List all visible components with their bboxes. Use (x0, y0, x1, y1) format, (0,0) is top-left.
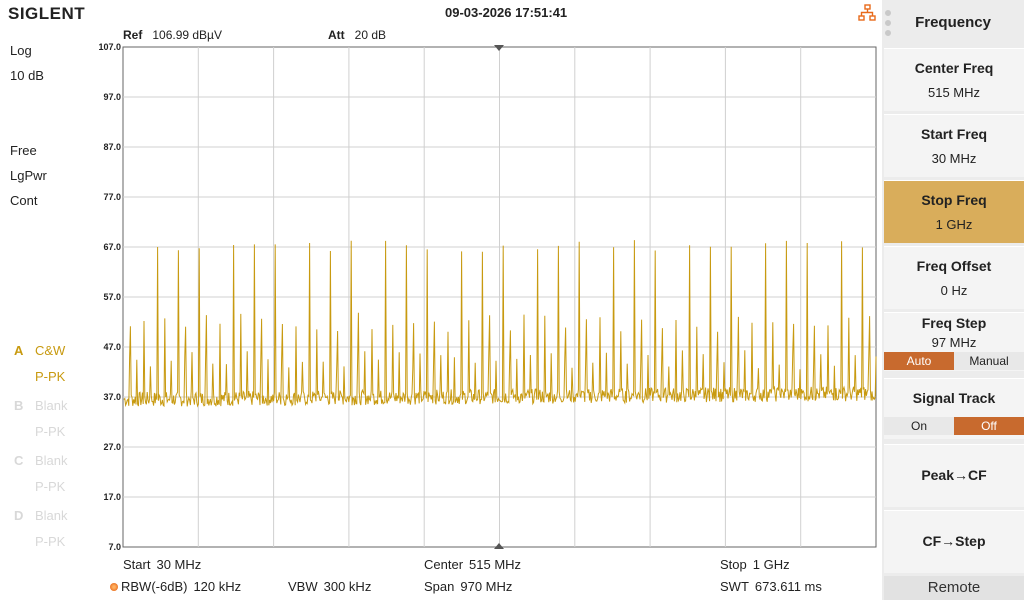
start-freq-key-label: Start Freq (920, 126, 988, 142)
rbw-indicator-icon (110, 583, 118, 591)
remote-status: Remote (884, 576, 1024, 600)
span-value: 970 MHz (460, 579, 513, 594)
plot-grid (122, 46, 877, 548)
center-value: 515 MHz (469, 557, 522, 572)
peak-to-cf-key[interactable]: Peak→CF (884, 444, 1024, 507)
stop-freq-readout[interactable]: Stop 1 GHz (720, 557, 790, 572)
stop-value: 1 GHz (752, 557, 790, 572)
y-tick-label: 37.0 (103, 392, 121, 402)
signal-track-key-label: Signal Track (912, 390, 996, 406)
start-freq-key-value: 30 MHz (931, 151, 977, 166)
swt-value: 673.611 ms (754, 579, 822, 594)
cf-to-step-key-label: CF→Step (922, 533, 986, 549)
center-label: Center (424, 557, 464, 572)
y-tick-label: 67.0 (103, 242, 121, 252)
span-readout[interactable]: Span 970 MHz (424, 579, 512, 594)
span-label: Span (424, 579, 455, 594)
signal-track-off-option[interactable]: Off (954, 417, 1024, 435)
center-freq-key-value: 515 MHz (927, 85, 981, 100)
vbw-value: 300 kHz (323, 579, 372, 594)
signal-track-toggle[interactable]: On Off (884, 417, 1024, 435)
start-label: Start (123, 557, 151, 572)
start-freq-readout[interactable]: Start 30 MHz (123, 557, 201, 572)
y-tick-label: 107.0 (98, 42, 121, 52)
stop-freq-key-value: 1 GHz (935, 217, 973, 232)
peak-to-cf-key-label: Peak→CF (921, 467, 987, 483)
vbw-readout[interactable]: VBW 300 kHz (288, 579, 371, 594)
y-tick-label: 87.0 (103, 142, 121, 152)
cf-to-step-key[interactable]: CF→Step (884, 510, 1024, 573)
signal-track-key[interactable]: Signal Track On Off (884, 378, 1024, 439)
y-axis-ticks: 107.0 97.0 87.0 77.0 67.0 57.0 47.0 37.0 27.0 17.… (98, 42, 121, 552)
start-freq-key[interactable]: Start Freq 30 MHz (884, 114, 1024, 177)
center-freq-readout[interactable]: Center 515 MHz (424, 557, 521, 572)
y-tick-label: 47.0 (103, 342, 121, 352)
menu-title: Frequency (915, 14, 991, 31)
stop-freq-key[interactable]: Stop Freq 1 GHz (884, 180, 1024, 243)
vbw-label: VBW (288, 579, 318, 594)
y-tick-label: 97.0 (103, 92, 121, 102)
freq-offset-key-value: 0 Hz (940, 283, 968, 298)
freq-offset-key-label: Freq Offset (916, 258, 992, 274)
freq-step-key-value: 97 MHz (931, 335, 977, 350)
freq-step-key[interactable]: Freq Step 97 MHz Auto Manual (884, 312, 1024, 371)
y-tick-label: 77.0 (103, 192, 121, 202)
y-tick-label: 27.0 (103, 442, 121, 452)
stop-freq-key-label: Stop Freq (921, 192, 987, 208)
signal-track-on-option[interactable]: On (884, 417, 954, 435)
freq-step-toggle[interactable]: Auto Manual (884, 352, 1024, 370)
freq-step-key-label: Freq Step (921, 315, 987, 331)
y-tick-label: 7.0 (108, 542, 121, 552)
rbw-value: 120 kHz (193, 579, 242, 594)
freq-step-auto-option[interactable]: Auto (884, 352, 954, 370)
start-value: 30 MHz (156, 557, 202, 572)
rbw-label: RBW(-6dB) (121, 579, 188, 594)
rbw-readout[interactable]: RBW(-6dB) 120 kHz (110, 579, 241, 594)
y-tick-label: 17.0 (103, 492, 121, 502)
stop-label: Stop (720, 557, 747, 572)
center-freq-key[interactable]: Center Freq 515 MHz (884, 48, 1024, 111)
spectrum-plot[interactable]: 107.0 97.0 87.0 77.0 67.0 57.0 47.0 37.0 27.0 17.… (0, 0, 880, 560)
freq-offset-key[interactable]: Freq Offset 0 Hz (884, 246, 1024, 309)
center-freq-key-label: Center Freq (914, 60, 994, 76)
swt-readout[interactable]: SWT 673.611 ms (720, 579, 822, 594)
y-tick-label: 57.0 (103, 292, 121, 302)
swt-label: SWT (720, 579, 749, 594)
freq-step-manual-option[interactable]: Manual (954, 352, 1024, 370)
